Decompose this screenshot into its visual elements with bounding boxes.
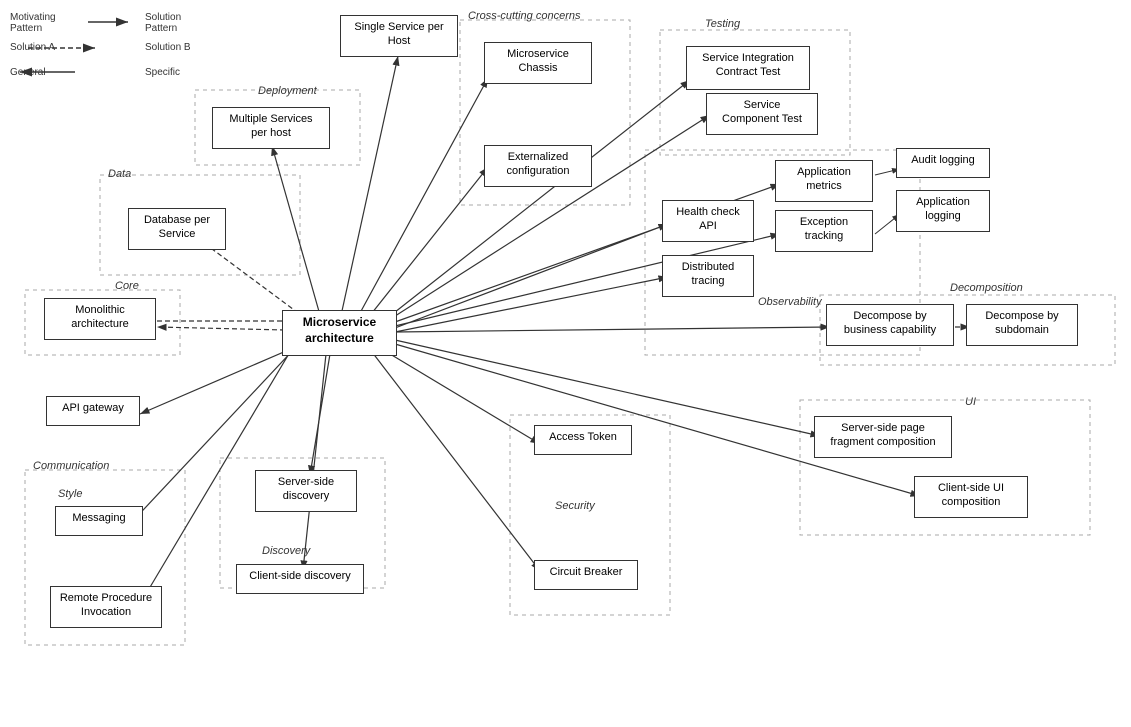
node-health-check: Health checkAPI bbox=[662, 200, 754, 242]
label-testing: Testing bbox=[705, 18, 740, 30]
label-deployment: Deployment bbox=[258, 85, 317, 97]
node-remote-procedure: Remote ProcedureInvocation bbox=[50, 586, 162, 628]
node-distributed-tracing: Distributedtracing bbox=[662, 255, 754, 297]
node-microservice-chassis: MicroserviceChassis bbox=[484, 42, 592, 84]
arrows-svg bbox=[0, 0, 1131, 727]
node-decompose-subdomain: Decompose bysubdomain bbox=[966, 304, 1078, 346]
label-ui: UI bbox=[965, 396, 976, 408]
node-application-metrics: Applicationmetrics bbox=[775, 160, 873, 202]
label-decomposition: Decomposition bbox=[950, 282, 1023, 294]
label-data: Data bbox=[108, 168, 131, 180]
node-service-component: ServiceComponent Test bbox=[706, 93, 818, 135]
node-exception-tracking: Exceptiontracking bbox=[775, 210, 873, 252]
node-circuit-breaker: Circuit Breaker bbox=[534, 560, 638, 590]
node-microservice: Microservicearchitecture bbox=[282, 310, 397, 356]
node-client-side-ui: Client-side UIcomposition bbox=[914, 476, 1028, 518]
node-application-logging: Applicationlogging bbox=[896, 190, 990, 232]
node-multiple-services: Multiple Servicesper host bbox=[212, 107, 330, 149]
node-monolithic: Monolithicarchitecture bbox=[44, 298, 156, 340]
node-database-per-service: Database perService bbox=[128, 208, 226, 250]
node-externalized-config: Externalizedconfiguration bbox=[484, 145, 592, 187]
legend-general: General bbox=[10, 67, 46, 78]
legend-solution: SolutionPattern bbox=[145, 12, 181, 34]
node-server-side-discovery: Server-sidediscovery bbox=[255, 470, 357, 512]
node-single-service: Single Service perHost bbox=[340, 15, 458, 57]
label-style: Style bbox=[58, 488, 82, 500]
legend-motivating: MotivatingPattern bbox=[10, 12, 56, 34]
node-access-token: Access Token bbox=[534, 425, 632, 455]
node-decompose-business: Decompose bybusiness capability bbox=[826, 304, 954, 346]
label-security: Security bbox=[555, 500, 595, 512]
label-core: Core bbox=[115, 280, 139, 292]
node-server-side-fragment: Server-side pagefragment composition bbox=[814, 416, 952, 458]
node-client-side-discovery: Client-side discovery bbox=[236, 564, 364, 594]
label-observability: Observability bbox=[758, 296, 822, 308]
node-audit-logging: Audit logging bbox=[896, 148, 990, 178]
diagram-container: MotivatingPattern SolutionPattern Soluti… bbox=[0, 0, 1131, 727]
legend-solution-b: Solution B bbox=[145, 42, 191, 53]
label-cross-cutting: Cross-cutting concerns bbox=[468, 10, 581, 22]
label-discovery: Discovery bbox=[262, 545, 310, 557]
node-service-integration: Service IntegrationContract Test bbox=[686, 46, 810, 90]
node-messaging: Messaging bbox=[55, 506, 143, 536]
legend-specific: Specific bbox=[145, 67, 180, 78]
node-api-gateway: API gateway bbox=[46, 396, 140, 426]
label-communication: Communication bbox=[33, 460, 109, 472]
legend-solution-a: Solution A bbox=[10, 42, 55, 53]
